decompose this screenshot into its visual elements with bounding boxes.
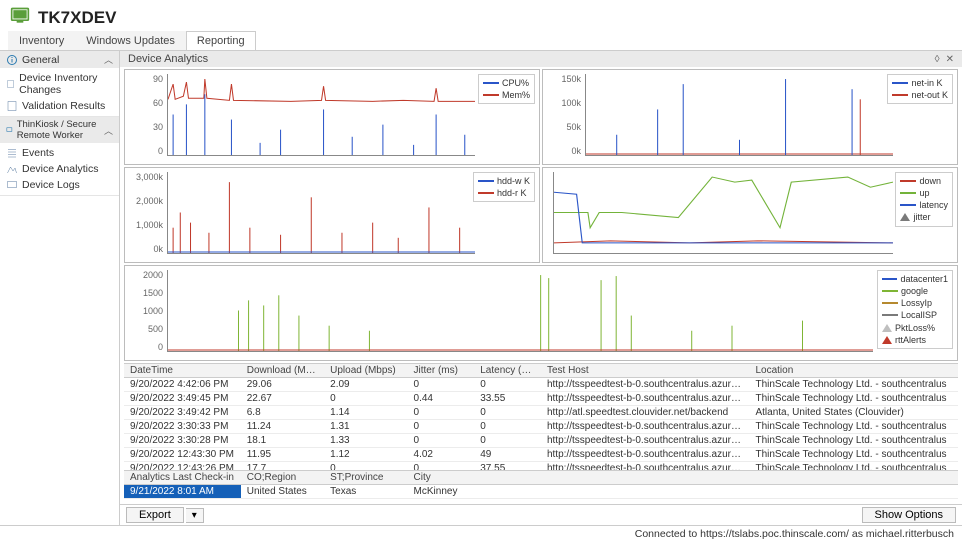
chart-hdd: 3,000k2,000k1,000k0k hdd-w Khdd-r K (124, 167, 540, 263)
sidebar-section-general[interactable]: General︿ (0, 51, 119, 68)
table-scroll[interactable]: 9/20/2022 4:42:06 PM29.062.0900http://ts… (124, 378, 958, 470)
chevron-up-icon: ︿ (104, 53, 113, 66)
pin-icon[interactable]: ◊ (935, 54, 940, 65)
chart-cpu-mem: 9060300 CPU%Mem% (124, 69, 540, 165)
panel-title: Device Analytics (128, 53, 208, 65)
page-title: TK7XDEV (38, 8, 116, 28)
tab-windows-updates[interactable]: Windows Updates (75, 31, 186, 50)
table-row[interactable]: 9/20/2022 3:30:28 PM18.11.3300http://tss… (124, 434, 958, 448)
sidebar-item-device-analytics[interactable]: Device Analytics (0, 161, 119, 177)
table-row[interactable]: 9/20/2022 4:42:06 PM29.062.0900http://ts… (124, 378, 958, 392)
device-icon (10, 6, 30, 29)
show-options-button[interactable]: Show Options (862, 507, 956, 523)
chart-network: 150k100k50k0k net-in Knet-out K (542, 69, 958, 165)
column-header[interactable]: Upload (Mbps) (324, 364, 407, 378)
column-header[interactable]: Jitter (ms) (408, 364, 475, 378)
table-row[interactable]: 9/20/2022 3:49:45 PM22.6700.4433.55http:… (124, 392, 958, 406)
tab-reporting[interactable]: Reporting (186, 31, 256, 50)
sidebar-item-device-logs[interactable]: Device Logs (0, 177, 119, 193)
chevron-up-icon: ︿ (104, 124, 113, 137)
tab-inventory[interactable]: Inventory (8, 31, 75, 50)
close-icon[interactable]: ✕ (946, 54, 954, 65)
column-header[interactable]: Location (749, 364, 958, 378)
export-button[interactable]: Export (126, 507, 184, 523)
table-row[interactable]: 9/20/2022 12:43:26 PM17.70037.55http://t… (124, 462, 958, 471)
checkin-table: Analytics Last Check-inCO;RegionST;Provi… (124, 471, 958, 499)
sidebar-section-thinkiosk[interactable]: ThinKiosk / Secure Remote Worker︿ (0, 117, 119, 143)
chart-hosts: 2000150010005000 datacenter1googleLossyI… (124, 265, 958, 361)
speedtest-table: DateTimeDownload (Mbps)Upload (Mbps)Jitt… (124, 364, 958, 378)
sidebar-item-inventory-changes[interactable]: Device Inventory Changes (0, 70, 119, 98)
status-bar: Connected to https://tslabs.poc.thinscal… (0, 525, 962, 542)
table-row[interactable]: 9/20/2022 12:43:30 PM11.951.124.0249http… (124, 448, 958, 462)
export-dropdown[interactable]: ▾ (186, 508, 204, 523)
table-row[interactable]: 9/20/2022 3:30:33 PM11.241.3100http://ts… (124, 420, 958, 434)
column-header[interactable]: Download (Mbps) (241, 364, 324, 378)
sidebar-item-validation-results[interactable]: Validation Results (0, 98, 119, 114)
chart-link: downuplatencyjitter (542, 167, 958, 263)
sidebar-item-events[interactable]: Events (0, 145, 119, 161)
table-row[interactable]: 9/20/2022 3:49:42 PM6.81.1400http://atl.… (124, 406, 958, 420)
column-header[interactable]: DateTime (124, 364, 241, 378)
column-header[interactable]: Latency (ms) (474, 364, 541, 378)
main-tabs: Inventory Windows Updates Reporting (0, 31, 962, 51)
column-header[interactable]: Test Host (541, 364, 750, 378)
